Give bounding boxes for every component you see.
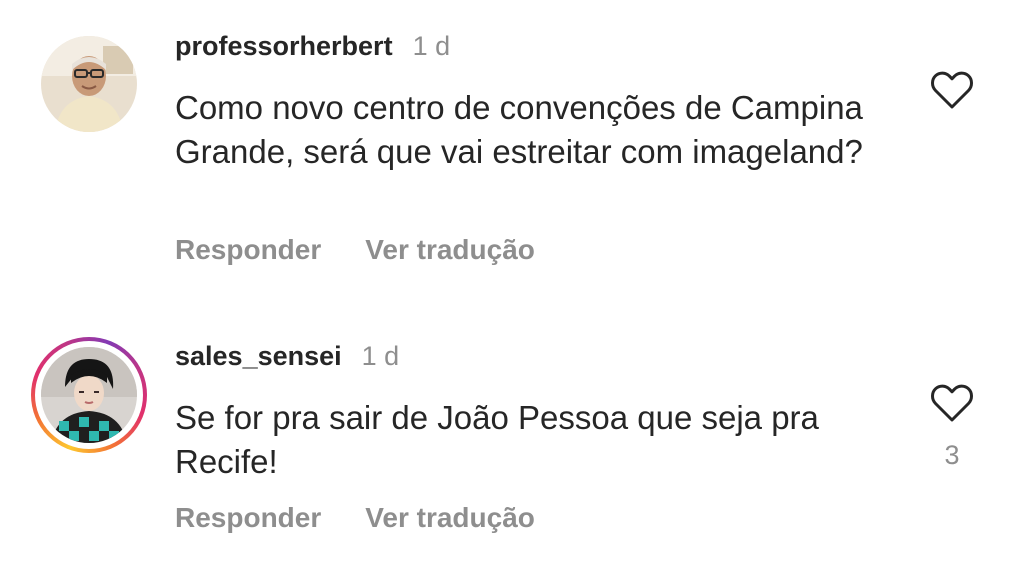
comment-item: sales_sensei 1 d Se for pra sair de João… [0,290,1024,563]
avatar-photo [41,36,137,132]
comment-text: Como novo centro de convenções de Campin… [175,89,863,170]
comment-item: professorherbert 1 d Como novo centro de… [0,0,1024,290]
comment-actions: Responder Ver tradução [175,502,535,534]
comment-meta: sales_sensei 1 d [175,341,399,372]
see-translation-button[interactable]: Ver tradução [365,234,535,266]
see-translation-button[interactable]: Ver tradução [365,502,535,534]
username[interactable]: professorherbert [175,31,393,62]
comment-meta: professorherbert 1 d [175,31,450,62]
comment-text: Se for pra sair de João Pessoa que seja … [175,399,819,480]
username[interactable]: sales_sensei [175,341,342,372]
avatar[interactable] [41,36,137,132]
comment-actions: Responder Ver tradução [175,234,535,266]
heart-outline-icon[interactable] [930,70,974,110]
avatar-photo [41,347,137,443]
like-count: 3 [944,440,960,470]
timestamp: 1 d [361,341,400,371]
reply-button[interactable]: Responder [175,502,321,534]
avatar[interactable] [41,347,137,443]
reply-button[interactable]: Responder [175,234,321,266]
heart-outline-icon[interactable] [930,383,974,423]
timestamp: 1 d [412,31,451,61]
